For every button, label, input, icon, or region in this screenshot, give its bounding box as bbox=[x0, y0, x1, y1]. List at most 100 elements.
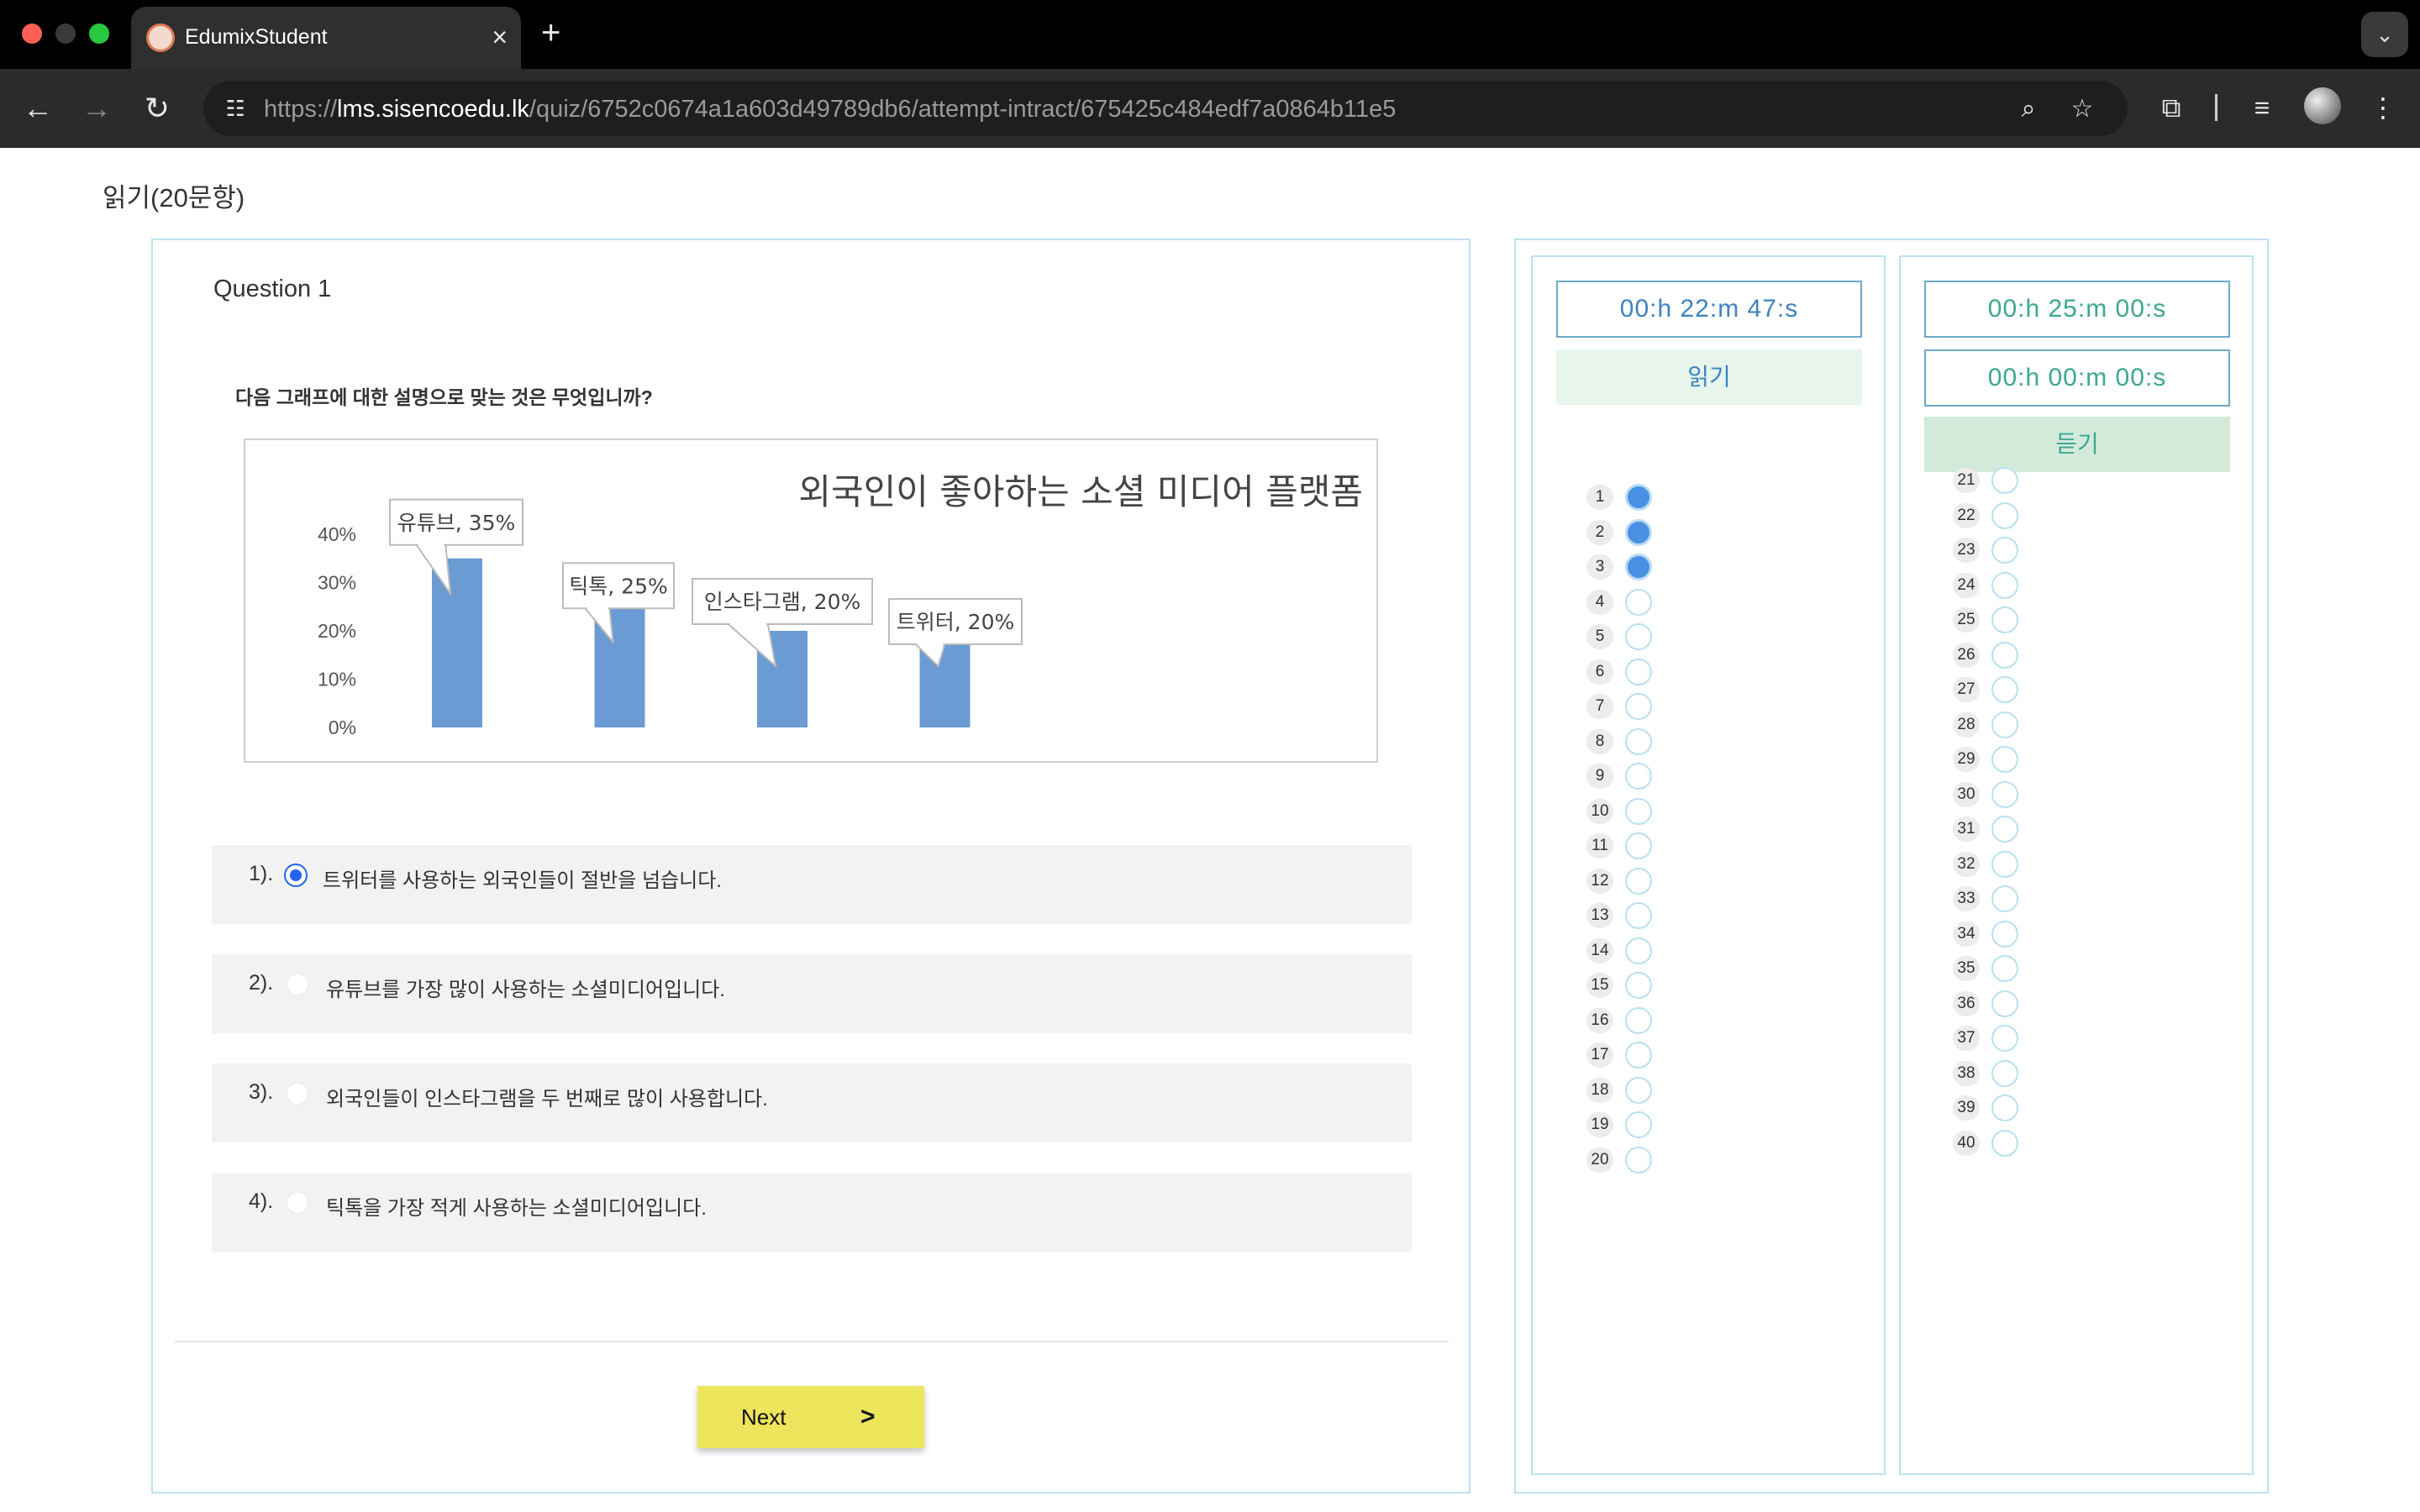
unanswered-indicator[interactable] bbox=[1991, 711, 2018, 738]
next-button[interactable]: Next > bbox=[697, 1386, 924, 1448]
question-nav-item[interactable]: 27 bbox=[1953, 675, 2054, 705]
unanswered-indicator[interactable] bbox=[1625, 693, 1652, 720]
browser-menu-icon[interactable]: ⋮ bbox=[2363, 87, 2403, 128]
tab-search-button[interactable]: ⌄ bbox=[2361, 12, 2408, 57]
unanswered-indicator[interactable] bbox=[1991, 1095, 2018, 1121]
answered-indicator[interactable] bbox=[1625, 554, 1652, 580]
unanswered-indicator[interactable] bbox=[1991, 1129, 2018, 1157]
question-nav-item[interactable]: 2 bbox=[1586, 517, 1687, 548]
unanswered-indicator[interactable] bbox=[1991, 641, 2018, 669]
unanswered-indicator[interactable] bbox=[1991, 850, 2018, 878]
reading-section-button[interactable]: 읽기 bbox=[1556, 349, 1862, 405]
unanswered-indicator[interactable] bbox=[1625, 1006, 1652, 1034]
unanswered-indicator[interactable] bbox=[1991, 676, 2018, 703]
question-nav-item[interactable]: 23 bbox=[1953, 535, 2054, 565]
unanswered-indicator[interactable] bbox=[1625, 588, 1652, 616]
back-icon[interactable]: ← bbox=[17, 87, 59, 129]
question-nav-item[interactable]: 19 bbox=[1586, 1110, 1687, 1140]
question-nav-item[interactable]: 32 bbox=[1953, 849, 2054, 879]
question-nav-item[interactable]: 15 bbox=[1586, 970, 1687, 1000]
unanswered-indicator[interactable] bbox=[1991, 955, 2018, 982]
extensions-icon[interactable]: ⧉ bbox=[2151, 87, 2191, 128]
question-nav-item[interactable]: 39 bbox=[1953, 1093, 2054, 1123]
question-nav-item[interactable]: 3 bbox=[1586, 552, 1687, 582]
question-nav-item[interactable]: 35 bbox=[1953, 953, 2054, 984]
unanswered-indicator[interactable] bbox=[1625, 1111, 1652, 1138]
unanswered-indicator[interactable] bbox=[1991, 885, 2018, 912]
unanswered-indicator[interactable] bbox=[1625, 937, 1652, 964]
unanswered-indicator[interactable] bbox=[1625, 1146, 1652, 1173]
question-nav-item[interactable]: 30 bbox=[1953, 780, 2054, 810]
question-nav-item[interactable]: 25 bbox=[1953, 605, 2054, 635]
window-zoom-button[interactable] bbox=[89, 24, 109, 44]
unanswered-indicator[interactable] bbox=[1991, 1059, 2018, 1087]
unanswered-indicator[interactable] bbox=[1991, 501, 2018, 529]
question-nav-item[interactable]: 34 bbox=[1953, 919, 2054, 949]
unanswered-indicator[interactable] bbox=[1625, 1076, 1652, 1104]
question-nav-item[interactable]: 14 bbox=[1586, 936, 1687, 966]
unanswered-indicator[interactable] bbox=[1625, 867, 1652, 895]
unanswered-indicator[interactable] bbox=[1625, 727, 1652, 755]
question-nav-item[interactable]: 26 bbox=[1953, 640, 2054, 670]
profile-avatar-icon[interactable] bbox=[2304, 87, 2341, 124]
question-nav-item[interactable]: 13 bbox=[1586, 900, 1687, 931]
browser-tab[interactable]: EdumixStudent × bbox=[131, 7, 521, 69]
window-close-button[interactable] bbox=[22, 24, 42, 44]
question-nav-item[interactable]: 1 bbox=[1586, 482, 1687, 512]
address-bar[interactable]: ☷ https://lms.sisencoedu.lk/quiz/6752c06… bbox=[203, 81, 2128, 136]
unanswered-indicator[interactable] bbox=[1625, 763, 1652, 790]
question-nav-item[interactable]: 22 bbox=[1953, 501, 2054, 531]
question-nav-item[interactable]: 5 bbox=[1586, 622, 1687, 652]
unanswered-indicator[interactable] bbox=[1991, 571, 2018, 599]
question-nav-item[interactable]: 7 bbox=[1586, 691, 1687, 722]
unanswered-indicator[interactable] bbox=[1991, 1025, 2018, 1052]
answered-indicator[interactable] bbox=[1625, 484, 1652, 511]
forward-icon[interactable]: → bbox=[76, 87, 118, 129]
unanswered-indicator[interactable] bbox=[1991, 816, 2018, 843]
unanswered-indicator[interactable] bbox=[1991, 537, 2018, 564]
unanswered-indicator[interactable] bbox=[1625, 1042, 1652, 1068]
question-nav-item[interactable]: 8 bbox=[1586, 727, 1687, 757]
question-nav-item[interactable]: 37 bbox=[1953, 1023, 2054, 1053]
unanswered-indicator[interactable] bbox=[1991, 467, 2018, 494]
question-nav-item[interactable]: 6 bbox=[1586, 657, 1687, 687]
tab-close-icon[interactable]: × bbox=[492, 20, 508, 54]
question-nav-item[interactable]: 10 bbox=[1586, 796, 1687, 827]
question-nav-item[interactable]: 4 bbox=[1586, 587, 1687, 617]
question-nav-item[interactable]: 9 bbox=[1586, 761, 1687, 791]
question-nav-item[interactable]: 29 bbox=[1953, 744, 2054, 774]
unanswered-indicator[interactable] bbox=[1625, 972, 1652, 999]
question-nav-item[interactable]: 17 bbox=[1586, 1040, 1687, 1070]
question-nav-item[interactable]: 12 bbox=[1586, 866, 1687, 896]
answer-option-4[interactable]: 4). 틱톡을 가장 적게 사용하는 소셜미디어입니다. bbox=[212, 1173, 1412, 1252]
question-nav-item[interactable]: 31 bbox=[1953, 814, 2054, 844]
unanswered-indicator[interactable] bbox=[1991, 920, 2018, 948]
unanswered-indicator[interactable] bbox=[1625, 902, 1652, 929]
bookmark-star-icon[interactable]: ☆ bbox=[2064, 91, 2101, 128]
question-nav-item[interactable]: 16 bbox=[1586, 1005, 1687, 1036]
answer-option-3[interactable]: 3). 외국인들이 인스타그램을 두 번째로 많이 사용합니다. bbox=[212, 1063, 1412, 1142]
window-minimize-button[interactable] bbox=[55, 24, 76, 44]
zoom-icon[interactable]: ⌕ bbox=[2010, 91, 2047, 128]
unanswered-indicator[interactable] bbox=[1991, 746, 2018, 773]
option-radio[interactable] bbox=[286, 1082, 309, 1105]
question-nav-item[interactable]: 38 bbox=[1953, 1058, 2054, 1089]
reload-icon[interactable]: ↻ bbox=[136, 87, 178, 129]
question-nav-item[interactable]: 20 bbox=[1586, 1145, 1687, 1175]
unanswered-indicator[interactable] bbox=[1991, 990, 2018, 1017]
answer-option-2[interactable]: 2). 유튜브를 가장 많이 사용하는 소셜미디어입니다. bbox=[212, 954, 1412, 1033]
question-nav-item[interactable]: 18 bbox=[1586, 1075, 1687, 1105]
option-radio[interactable] bbox=[286, 973, 309, 996]
unanswered-indicator[interactable] bbox=[1625, 832, 1652, 859]
answer-option-1[interactable]: 1). 트위터를 사용하는 외국인들이 절반을 넘습니다. bbox=[212, 845, 1412, 924]
question-nav-item[interactable]: 40 bbox=[1953, 1128, 2054, 1158]
unanswered-indicator[interactable] bbox=[1625, 623, 1652, 650]
answered-indicator[interactable] bbox=[1625, 518, 1652, 546]
unanswered-indicator[interactable] bbox=[1625, 658, 1652, 685]
option-radio[interactable] bbox=[284, 864, 308, 887]
url-text[interactable]: https://lms.sisencoedu.lk/quiz/6752c0674… bbox=[264, 96, 1396, 123]
new-tab-button[interactable]: + bbox=[541, 13, 560, 52]
question-nav-item[interactable]: 36 bbox=[1953, 989, 2054, 1019]
listening-section-button[interactable]: 듣기 bbox=[1924, 417, 2230, 472]
unanswered-indicator[interactable] bbox=[1991, 780, 2018, 808]
